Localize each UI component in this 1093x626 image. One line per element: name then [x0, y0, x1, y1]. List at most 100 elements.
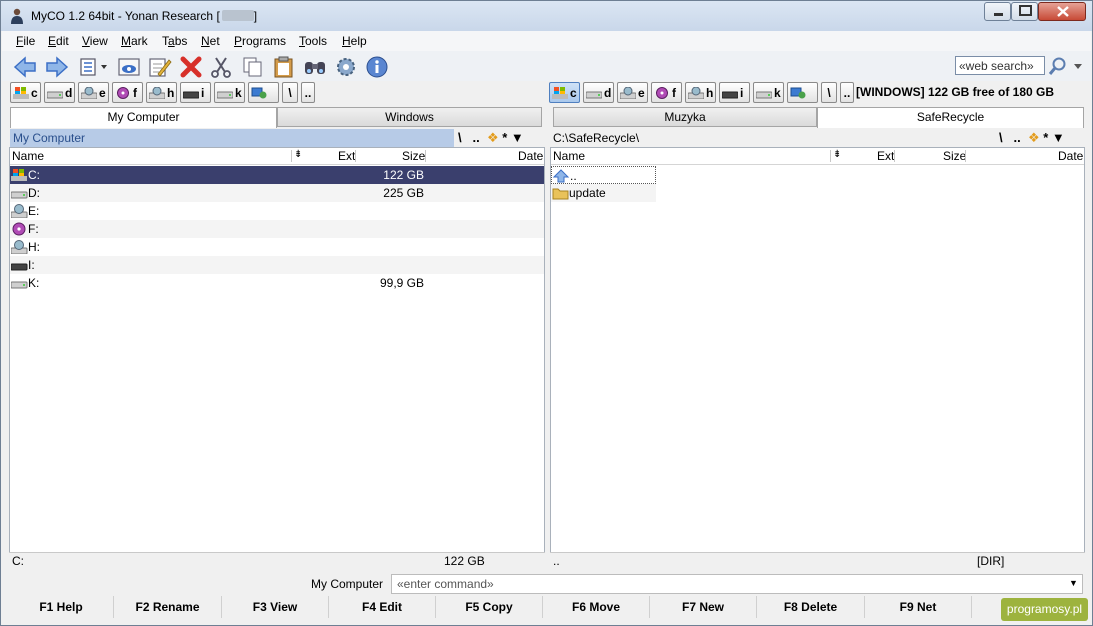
- menu-view[interactable]: View: [82, 34, 108, 48]
- f7-new-button[interactable]: F7 New: [650, 596, 757, 618]
- drive-k-button[interactable]: k: [753, 82, 784, 103]
- f1-help-button[interactable]: F1 Help: [9, 596, 114, 618]
- drive-d-button[interactable]: d: [44, 82, 75, 103]
- column-divider[interactable]: [425, 150, 426, 162]
- col-name[interactable]: Name: [553, 149, 585, 163]
- paste-icon[interactable]: [271, 54, 297, 80]
- table-row[interactable]: H:: [10, 238, 544, 256]
- col-date[interactable]: Date: [518, 149, 543, 163]
- drive-c-button[interactable]: c: [549, 82, 580, 103]
- col-ext[interactable]: Ext: [877, 149, 894, 163]
- parent-button[interactable]: ..: [301, 82, 315, 103]
- column-divider[interactable]: [355, 150, 356, 162]
- minimize-button[interactable]: [984, 2, 1011, 21]
- web-search-input[interactable]: «web search»: [955, 56, 1045, 75]
- maximize-button[interactable]: [1011, 2, 1038, 21]
- menu-mark[interactable]: Mark: [121, 34, 148, 48]
- windows-logo-icon[interactable]: ❖: [1028, 130, 1040, 145]
- find-icon[interactable]: [302, 54, 328, 80]
- col-size[interactable]: Size: [943, 149, 966, 163]
- windows-logo-icon[interactable]: ❖: [487, 130, 499, 145]
- menu-help[interactable]: Help: [342, 34, 367, 48]
- chevron-down-icon[interactable]: ▼: [511, 130, 524, 145]
- copy-icon[interactable]: [240, 54, 266, 80]
- f3-view-button[interactable]: F3 View: [222, 596, 329, 618]
- path-root-button[interactable]: \: [999, 130, 1003, 145]
- table-row[interactable]: update: [551, 184, 656, 202]
- edit-icon[interactable]: [147, 54, 173, 80]
- left-file-panel[interactable]: Name ⇟ Ext Size Date C: 122 GB D: 225 GB…: [9, 147, 545, 567]
- menu-programs[interactable]: Programs: [234, 34, 286, 48]
- title-bar[interactable]: MyCO 1.2 64bit - Yonan Research []: [1, 1, 1092, 31]
- drive-i-button[interactable]: i: [719, 82, 750, 103]
- preview-icon[interactable]: [116, 54, 142, 80]
- tab-saferecycle[interactable]: SafeRecycle: [817, 107, 1084, 128]
- f9-net-button[interactable]: F9 Net: [865, 596, 972, 618]
- drive-k-button[interactable]: k: [214, 82, 245, 103]
- table-row[interactable]: D: 225 GB: [10, 184, 544, 202]
- drive-f-button[interactable]: f: [112, 82, 143, 103]
- network-button[interactable]: [248, 82, 279, 103]
- filter-button[interactable]: *: [1043, 130, 1048, 145]
- table-row[interactable]: C: 122 GB: [10, 166, 544, 184]
- chevron-down-icon[interactable]: ▼: [1052, 130, 1065, 145]
- menu-file[interactable]: File: [16, 34, 35, 48]
- f4-edit-button[interactable]: F4 Edit: [329, 596, 436, 618]
- tab-muzyka[interactable]: Muzyka: [553, 107, 817, 127]
- column-divider[interactable]: [894, 150, 895, 162]
- network-button[interactable]: [787, 82, 818, 103]
- tab-windows[interactable]: Windows: [277, 107, 542, 127]
- path-up-button[interactable]: ..: [1013, 130, 1020, 145]
- forward-icon[interactable]: [44, 54, 70, 80]
- back-icon[interactable]: [12, 54, 38, 80]
- settings-icon[interactable]: [333, 54, 359, 80]
- menu-tabs[interactable]: Tabs: [162, 34, 187, 48]
- drive-e-button[interactable]: e: [617, 82, 648, 103]
- right-path-bar[interactable]: C:\SafeRecycle\: [550, 129, 994, 147]
- col-date[interactable]: Date: [1058, 149, 1083, 163]
- col-size[interactable]: Size: [402, 149, 425, 163]
- table-row[interactable]: F:: [10, 220, 544, 238]
- f6-move-button[interactable]: F6 Move: [543, 596, 650, 618]
- menu-tools[interactable]: Tools: [299, 34, 327, 48]
- path-root-button[interactable]: \: [458, 130, 462, 145]
- column-divider[interactable]: [830, 150, 831, 162]
- col-name[interactable]: Name: [12, 149, 44, 163]
- drive-d-button[interactable]: d: [583, 82, 614, 103]
- parent-button[interactable]: ..: [840, 82, 854, 103]
- drive-h-button[interactable]: h: [146, 82, 177, 103]
- view-mode-icon[interactable]: [78, 54, 112, 80]
- close-button[interactable]: [1038, 2, 1086, 21]
- chevron-down-icon[interactable]: ▼: [1069, 578, 1078, 588]
- delete-icon[interactable]: [178, 54, 204, 80]
- table-row[interactable]: K: 99,9 GB: [10, 274, 544, 292]
- drive-i-button[interactable]: i: [180, 82, 211, 103]
- col-ext[interactable]: Ext: [338, 149, 355, 163]
- column-divider[interactable]: [291, 150, 292, 162]
- menu-edit[interactable]: Edit: [48, 34, 69, 48]
- drive-f-button[interactable]: f: [651, 82, 682, 103]
- chevron-down-icon[interactable]: [1071, 55, 1085, 77]
- filter-button[interactable]: *: [502, 130, 507, 145]
- search-icon[interactable]: [1047, 55, 1069, 77]
- drive-h-button[interactable]: h: [685, 82, 716, 103]
- left-path-bar[interactable]: My Computer: [10, 129, 454, 147]
- column-divider[interactable]: [965, 150, 966, 162]
- root-button[interactable]: \: [821, 82, 837, 103]
- f5-copy-button[interactable]: F5 Copy: [436, 596, 543, 618]
- f2-rename-button[interactable]: F2 Rename: [114, 596, 222, 618]
- root-button[interactable]: \: [282, 82, 298, 103]
- sort-icon[interactable]: ⇟: [833, 149, 841, 160]
- table-row[interactable]: ..: [551, 166, 656, 184]
- menu-net[interactable]: Net: [201, 34, 220, 48]
- sort-icon[interactable]: ⇟: [294, 149, 302, 160]
- cut-icon[interactable]: [208, 54, 234, 80]
- f8-delete-button[interactable]: F8 Delete: [757, 596, 865, 618]
- drive-c-button[interactable]: c: [10, 82, 41, 103]
- table-row[interactable]: I:: [10, 256, 544, 274]
- path-up-button[interactable]: ..: [472, 130, 479, 145]
- tab-my-computer[interactable]: My Computer: [10, 107, 277, 128]
- info-icon[interactable]: [364, 54, 390, 80]
- table-row[interactable]: E:: [10, 202, 544, 220]
- right-file-panel[interactable]: Name ⇟ Ext Size Date .. update: [550, 147, 1085, 567]
